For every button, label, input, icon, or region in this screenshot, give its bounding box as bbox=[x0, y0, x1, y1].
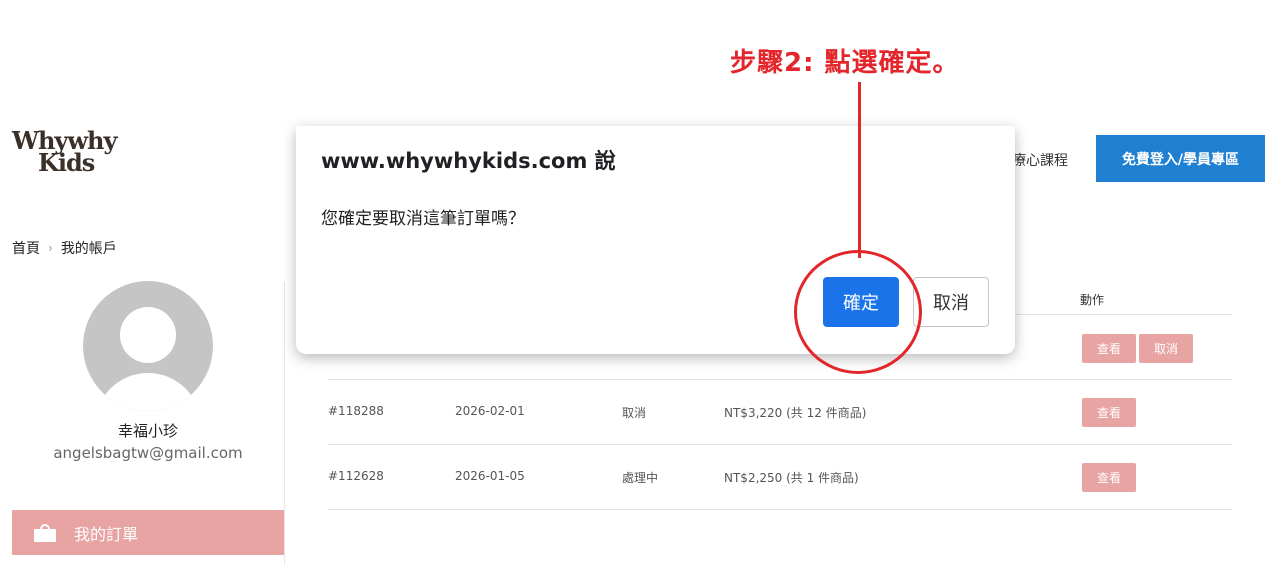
column-header-action: 動作 bbox=[1080, 293, 1105, 307]
order-status: 處理中 bbox=[622, 471, 659, 485]
table-divider bbox=[328, 509, 1232, 510]
dialog-cancel-button[interactable]: 取消 bbox=[913, 277, 989, 327]
page: Whywhy Kids 療心課程 免費登入/學員專區 首頁 › 我的帳戶 幸福小… bbox=[0, 0, 1280, 565]
order-total: NT$2,250 (共 1 件商品) bbox=[724, 471, 859, 485]
order-id[interactable]: #118288 bbox=[328, 404, 384, 418]
annotation-step-label: 步驟2: 點選確定。 bbox=[730, 48, 960, 78]
breadcrumb-separator-icon: › bbox=[48, 241, 53, 255]
table-divider bbox=[328, 379, 1232, 380]
order-date: 2026-01-05 bbox=[455, 469, 525, 483]
site-logo[interactable]: Whywhy Kids bbox=[12, 129, 117, 174]
cancel-order-button[interactable]: 取消 bbox=[1139, 334, 1193, 363]
annotation-highlight-circle bbox=[794, 250, 922, 374]
login-member-button[interactable]: 免費登入/學員專區 bbox=[1096, 135, 1265, 182]
breadcrumb-current: 我的帳戶 bbox=[60, 241, 117, 257]
order-date: 2026-02-01 bbox=[455, 404, 525, 418]
view-order-button[interactable]: 查看 bbox=[1082, 463, 1136, 492]
user-email: angelsbagtw@gmail.com bbox=[53, 444, 243, 462]
order-total: NT$3,220 (共 12 件商品) bbox=[724, 406, 867, 420]
breadcrumb-home[interactable]: 首頁 bbox=[12, 238, 40, 258]
breadcrumb: 首頁 › 我的帳戶 bbox=[12, 238, 117, 258]
annotation-pointer-line bbox=[858, 82, 861, 258]
order-status: 取消 bbox=[622, 406, 647, 420]
avatar-body-shape bbox=[95, 373, 201, 411]
view-order-button[interactable]: 查看 bbox=[1082, 334, 1136, 363]
dialog-message: 您確定要取消這筆訂單嗎？ bbox=[321, 209, 525, 229]
table-divider bbox=[328, 444, 1232, 445]
sidebar-item-label: 我的訂單 bbox=[74, 524, 139, 544]
avatar-head-shape bbox=[120, 307, 176, 363]
sidebar-item-my-orders[interactable]: 我的訂單 bbox=[12, 510, 284, 555]
avatar bbox=[83, 281, 213, 411]
view-order-button[interactable]: 查看 bbox=[1082, 398, 1136, 427]
order-id[interactable]: #112628 bbox=[328, 469, 384, 483]
user-name: 幸福小珍 bbox=[117, 422, 178, 440]
dialog-title: www.whywhykids.com 說 bbox=[321, 149, 616, 173]
nav-link-healing-course[interactable]: 療心課程 bbox=[1012, 150, 1068, 170]
shopping-bag-icon bbox=[34, 523, 56, 542]
